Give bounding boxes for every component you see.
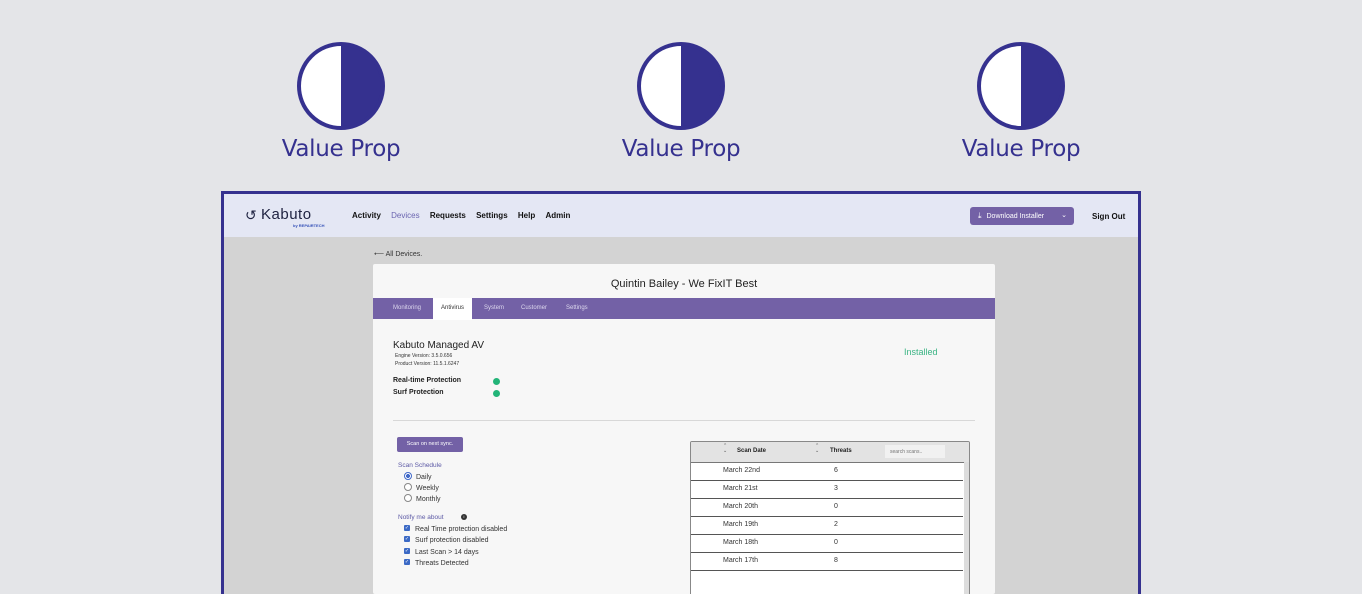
chevron-down-icon: ⌄ — [1061, 212, 1067, 219]
surf-protection-label: Surf Protection — [393, 389, 444, 396]
nav-settings[interactable]: Settings — [476, 211, 508, 220]
device-title: Quintin Bailey - We FixIT Best — [610, 278, 758, 290]
checkbox-label: Surf protection disabled — [415, 537, 489, 544]
nav-requests[interactable]: Requests — [430, 211, 466, 220]
kabuto-logo[interactable]: ↺ Kabuto by REPAIRTECH — [245, 206, 325, 230]
value-prop-1: Value Prop — [241, 42, 441, 162]
checkbox[interactable]: ✓ — [404, 559, 410, 566]
table-header: ⌃ ⌄ Scan Date ⌃ ⌄ Threats — [691, 442, 969, 463]
main-nav: Activity Devices Requests Settings Help … — [352, 211, 578, 220]
av-product-title: Kabuto Managed AV — [393, 340, 484, 351]
scan-date-cell: March 19th — [723, 521, 759, 528]
notify-label: Notify me about — [398, 514, 444, 521]
checkbox[interactable]: ✓ — [404, 548, 410, 555]
check-realtime-disabled[interactable]: ✓ Real Time protection disabled — [404, 525, 507, 534]
download-icon: ⤓ — [978, 211, 982, 220]
checkbox[interactable]: ✓ — [404, 525, 410, 532]
scan-date-cell: March 18th — [723, 539, 759, 546]
table-row[interactable]: March 21st 3 — [691, 480, 963, 499]
logo-icon: ↺ — [245, 207, 257, 223]
scan-date-cell: March 21st — [723, 485, 758, 492]
scan-date-cell: March 17th — [723, 557, 759, 564]
threats-cell: 8 — [834, 557, 838, 564]
engine-version: Engine Version: 3.5.0.656 — [395, 353, 453, 359]
half-circle-icon — [297, 42, 385, 130]
threats-cell: 2 — [834, 521, 838, 528]
table-row[interactable]: March 17th 8 — [691, 552, 963, 571]
sign-out-link[interactable]: Sign Out — [1092, 212, 1125, 221]
value-prop-label: Value Prop — [621, 136, 741, 162]
scan-on-next-sync-button[interactable]: Scan on next sync. — [397, 437, 463, 452]
value-prop-label: Value Prop — [961, 136, 1081, 162]
column-scan-date[interactable]: Scan Date — [737, 448, 766, 454]
product-version: Product Version: 11.5.1.6247 — [395, 361, 460, 367]
nav-devices[interactable]: Devices — [391, 211, 419, 220]
checkbox-label: Threats Detected — [415, 560, 469, 567]
check-surf-disabled[interactable]: ✓ Surf protection disabled — [404, 536, 489, 545]
download-installer-button[interactable]: ⤓ Download Installer ⌄ — [970, 207, 1074, 225]
sort-icon[interactable]: ⌃ ⌄ — [815, 444, 819, 454]
nav-admin[interactable]: Admin — [545, 211, 570, 220]
surf-status-dot — [493, 390, 500, 397]
radio-label: Daily — [416, 474, 432, 481]
radio-label: Weekly — [416, 485, 439, 492]
radio-button[interactable] — [404, 483, 412, 492]
scan-date-cell: March 22nd — [723, 467, 760, 474]
column-threats[interactable]: Threats — [830, 448, 852, 454]
value-prop-label: Value Prop — [281, 136, 401, 162]
table-row[interactable]: March 18th 0 — [691, 534, 963, 553]
threats-cell: 6 — [834, 467, 838, 474]
radio-monthly[interactable]: Monthly — [404, 494, 441, 504]
tab-antivirus[interactable]: Antivirus — [433, 298, 473, 320]
scan-schedule-label: Scan Schedule — [398, 462, 442, 469]
radio-daily[interactable]: Daily — [404, 472, 432, 482]
half-circle-icon — [637, 42, 725, 130]
info-icon[interactable]: i — [461, 514, 467, 520]
all-devices-back-link[interactable]: ⟵ All Devices. — [374, 250, 422, 258]
checkbox-label: Last Scan > 14 days — [415, 549, 479, 556]
radio-button[interactable] — [404, 472, 412, 481]
table-scrollbar[interactable] — [964, 462, 969, 594]
check-last-scan[interactable]: ✓ Last Scan > 14 days — [404, 548, 479, 557]
value-props-section: Value Prop Value Prop Value Prop — [0, 0, 1362, 190]
threats-cell: 0 — [834, 503, 838, 510]
nav-help[interactable]: Help — [518, 211, 535, 220]
scan-history-table: ⌃⌄ Scan Date ⌃⌄ Threats March 22nd 6 Mar… — [690, 441, 970, 594]
download-installer-label: Download Installer — [986, 213, 1045, 220]
tab-system[interactable]: System — [484, 298, 504, 319]
tab-monitoring[interactable]: Monitoring — [393, 298, 421, 319]
search-scans-input[interactable] — [885, 445, 945, 458]
top-navbar: ↺ Kabuto by REPAIRTECH Activity Devices … — [224, 194, 1138, 237]
divider — [393, 420, 975, 421]
realtime-status-dot — [493, 378, 500, 385]
logo-text: Kabuto — [261, 206, 312, 223]
radio-label: Monthly — [416, 496, 441, 503]
scan-date-cell: March 20th — [723, 503, 759, 510]
check-threats-detected[interactable]: ✓ Threats Detected — [404, 559, 469, 568]
threats-cell: 0 — [834, 539, 838, 546]
table-row[interactable]: March 20th 0 — [691, 498, 963, 517]
threats-cell: 3 — [834, 485, 838, 492]
nav-activity[interactable]: Activity — [352, 211, 381, 220]
radio-button[interactable] — [404, 494, 412, 503]
radio-weekly[interactable]: Weekly — [404, 483, 439, 493]
checkbox[interactable]: ✓ — [404, 536, 410, 543]
checkbox-label: Real Time protection disabled — [415, 526, 508, 533]
sort-icon[interactable]: ⌃ ⌄ — [723, 444, 727, 454]
arrow-left-icon: ⟵ — [374, 251, 385, 258]
device-card: Quintin Bailey - We FixIT Best Monitorin… — [373, 264, 995, 594]
table-row[interactable]: March 19th 2 — [691, 516, 963, 535]
realtime-protection-label: Real-time Protection — [393, 377, 462, 384]
tab-customer[interactable]: Customer — [521, 298, 547, 319]
value-prop-3: Value Prop — [921, 42, 1121, 162]
device-tabbar: Monitoring Antivirus System Customer Set… — [373, 298, 995, 320]
back-link-label: All Devices. — [385, 251, 423, 258]
app-screenshot-frame: ↺ Kabuto by REPAIRTECH Activity Devices … — [221, 191, 1141, 594]
status-badge: Installed — [904, 347, 938, 357]
table-row[interactable]: March 22nd 6 — [691, 462, 963, 481]
value-prop-2: Value Prop — [581, 42, 781, 162]
logo-subtext: by REPAIRTECH — [293, 223, 325, 228]
half-circle-icon — [977, 42, 1065, 130]
tab-settings[interactable]: Settings — [566, 298, 588, 319]
